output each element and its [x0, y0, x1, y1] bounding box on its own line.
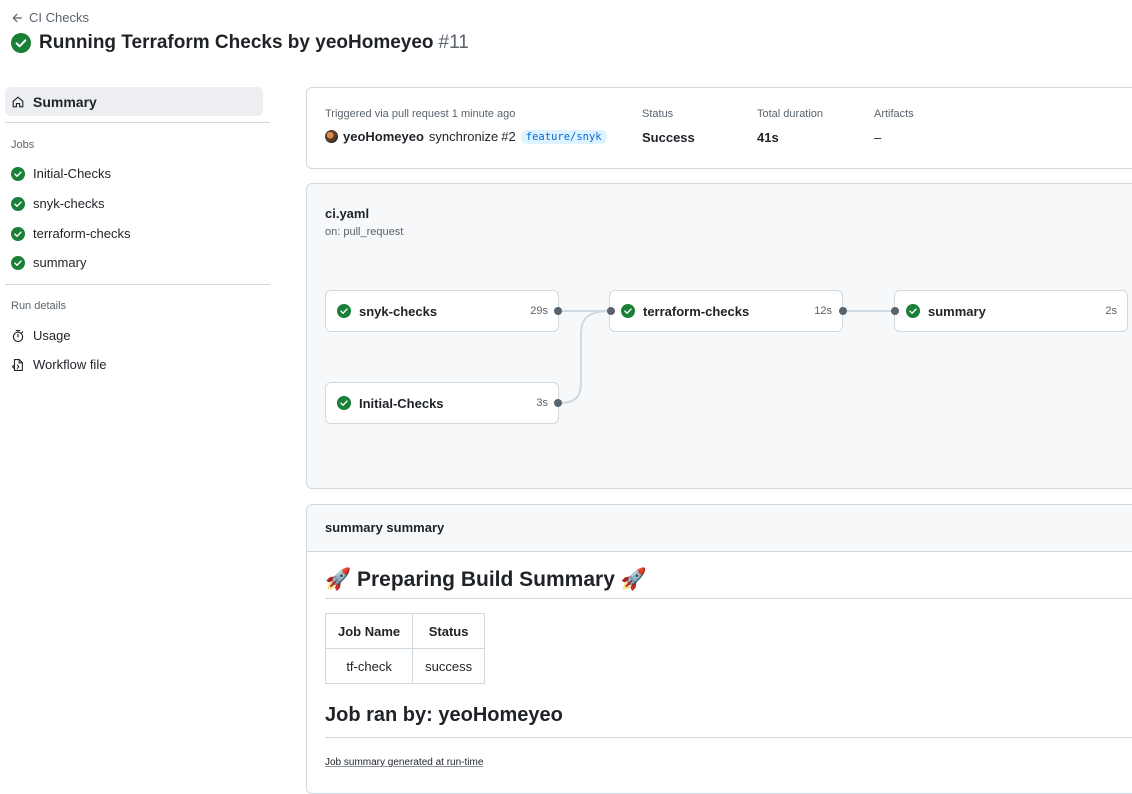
sidebar-job-snyk-checks[interactable]: snyk-checks: [11, 196, 105, 211]
heading-divider: [325, 598, 1132, 599]
connector-dot: [607, 307, 615, 315]
job-connectors: [558, 310, 895, 404]
connector-dot: [554, 399, 562, 407]
artifacts-value: –: [874, 130, 882, 145]
job-summary-title: summary summary: [325, 520, 445, 535]
success-check-icon: [11, 255, 25, 270]
summary-footer-link[interactable]: Job summary generated at run-time: [325, 757, 483, 768]
sidebar-item-usage[interactable]: Usage: [11, 328, 71, 343]
sidebar-item-label: snyk-checks: [33, 196, 105, 211]
sidebar-item-label: Usage: [33, 328, 71, 343]
job-node-snyk-checks[interactable]: snyk-checks 29s: [325, 290, 559, 332]
job-summary-card: summary summary 🚀 Preparing Build Summar…: [306, 504, 1132, 794]
column-header: Status: [412, 613, 486, 649]
job-duration: 3s: [536, 397, 548, 409]
success-check-icon: [11, 166, 25, 181]
success-check-icon: [11, 196, 25, 211]
success-check-icon: [621, 304, 635, 318]
home-icon: [12, 96, 24, 107]
sidebar-item-workflow-file[interactable]: Workflow file: [11, 357, 106, 372]
run-details-heading: Run details: [11, 300, 67, 312]
pr-link[interactable]: #2: [501, 129, 515, 144]
actor-link[interactable]: yeoHomeyeo: [343, 129, 424, 144]
success-check-icon: [337, 304, 351, 318]
run-title: Running Terraform Checks by yeoHomeyeo: [39, 32, 434, 53]
arrow-left-icon: [12, 13, 23, 22]
jobs-heading: Jobs: [11, 139, 35, 151]
run-number: #11: [438, 32, 469, 53]
sidebar-item-label: Initial-Checks: [33, 166, 112, 181]
table-cell: tf-check: [324, 648, 414, 684]
subheading-divider: [325, 737, 1132, 738]
sidebar-item-summary[interactable]: Summary: [5, 87, 263, 116]
sidebar-item-label: summary: [33, 255, 87, 270]
status-label: Status: [642, 108, 674, 120]
trigger-action: synchronize: [428, 129, 499, 144]
job-name: Initial-Checks: [359, 395, 444, 411]
summary-heading: 🚀 Preparing Build Summary 🚀: [325, 568, 647, 591]
back-link-label: CI Checks: [29, 10, 89, 25]
status-value: Success: [642, 130, 695, 145]
connector-dot: [891, 307, 899, 315]
trigger-label: Triggered via pull request 1 minute ago: [325, 108, 516, 120]
column-header: Job Name: [324, 613, 414, 649]
summary-subheading: Job ran by: yeoHomeyeo: [325, 704, 563, 726]
job-node-initial-checks[interactable]: Initial-Checks 3s: [325, 382, 559, 424]
file-code-icon: [11, 358, 23, 371]
duration-value: 41s: [757, 130, 779, 145]
sidebar-item-label: terraform-checks: [33, 226, 131, 241]
back-link[interactable]: CI Checks: [11, 10, 89, 25]
duration-label: Total duration: [757, 108, 824, 120]
page-title: Running Terraform Checks by yeoHomeyeo #…: [11, 32, 469, 54]
job-summary-header: summary summary: [307, 505, 1132, 552]
job-name: snyk-checks: [359, 303, 438, 319]
sidebar-job-summary[interactable]: summary: [11, 255, 86, 270]
stopwatch-icon: [12, 329, 24, 342]
run-summary-card: Triggered via pull request 1 minute ago …: [306, 87, 1132, 169]
sidebar-item-label: Workflow file: [33, 357, 107, 372]
trigger-detail: yeoHomeyeo synchronize #2 feature/snyk: [325, 129, 607, 144]
success-check-icon: [11, 33, 31, 53]
branch-badge[interactable]: feature/snyk: [520, 129, 607, 144]
success-check-icon: [906, 304, 920, 318]
workflow-graph-card: ci.yaml on: pull_request snyk-checks 29s…: [306, 183, 1132, 489]
sidebar-job-terraform-checks[interactable]: terraform-checks: [11, 226, 131, 241]
success-check-icon: [337, 396, 351, 410]
success-check-icon: [11, 226, 25, 241]
table-cell: success: [412, 648, 486, 684]
artifacts-label: Artifacts: [874, 108, 914, 120]
job-name: terraform-checks: [643, 303, 750, 319]
sidebar-divider: [5, 284, 270, 285]
job-duration: 29s: [530, 305, 548, 317]
connector-dot: [554, 307, 562, 315]
sidebar-divider: [5, 122, 270, 123]
table-header-row: Job Name Status: [324, 613, 486, 649]
job-node-summary[interactable]: summary 2s: [894, 290, 1128, 332]
sidebar-job-initial-checks[interactable]: Initial-Checks: [11, 166, 111, 181]
avatar: [325, 130, 338, 143]
summary-table: Job Name Status tf-check success: [324, 613, 486, 684]
connector-dot: [839, 307, 847, 315]
job-duration: 12s: [814, 305, 832, 317]
job-name: summary: [928, 303, 986, 319]
sidebar-item-label: Summary: [33, 93, 97, 110]
table-row: tf-check success: [324, 648, 486, 684]
job-node-terraform-checks[interactable]: terraform-checks 12s: [609, 290, 843, 332]
job-duration: 2s: [1105, 305, 1117, 317]
